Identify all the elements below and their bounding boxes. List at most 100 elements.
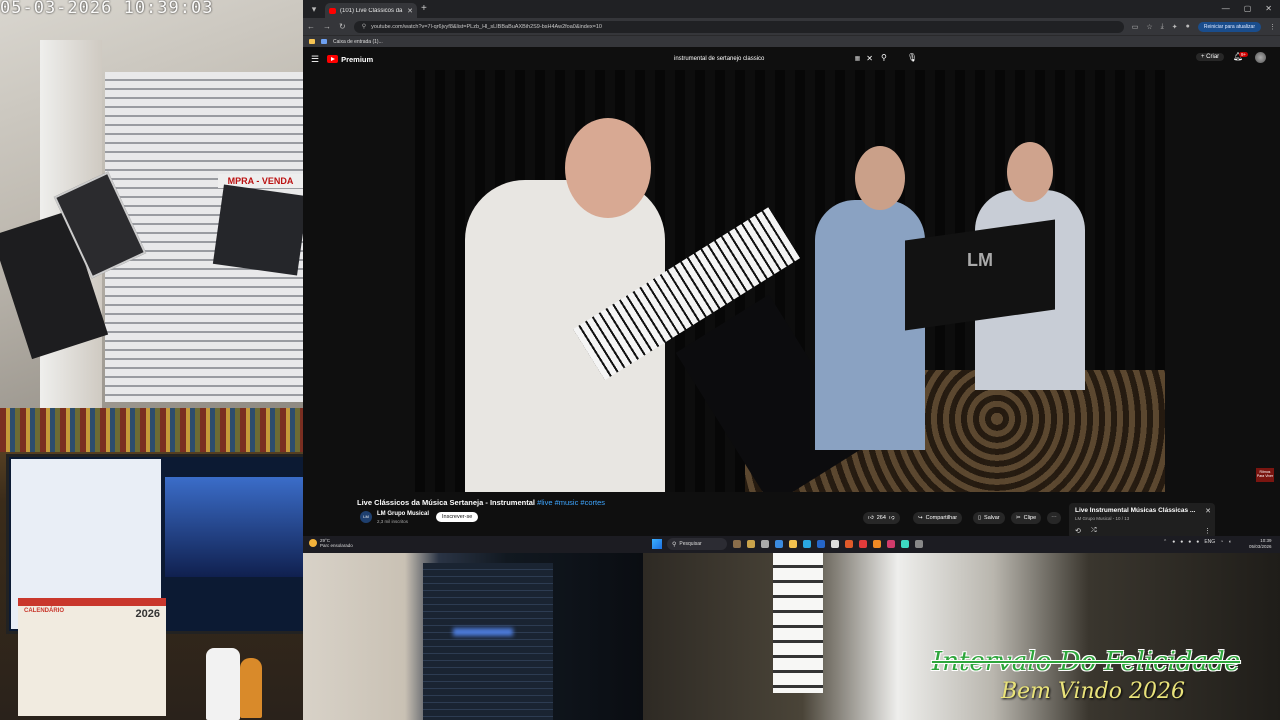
- camera-feed-desk: CALENDÁRIO 2026: [0, 408, 303, 720]
- hamburger-menu-icon[interactable]: ☰: [311, 54, 319, 65]
- app-icon[interactable]: [887, 540, 895, 548]
- like-count: 264: [876, 515, 886, 521]
- app-icon[interactable]: [873, 540, 881, 548]
- keyboard-icon[interactable]: ▦: [855, 55, 861, 62]
- weather-widget[interactable]: 29°C Parc ensolarado: [309, 538, 353, 548]
- tray-app-icon[interactable]: ●: [1188, 539, 1191, 545]
- restart-to-update-button[interactable]: Reiniciar para atualizar: [1197, 21, 1261, 32]
- playlist-close-icon[interactable]: ✕: [1205, 507, 1211, 515]
- tray-app-icon[interactable]: ●: [1172, 539, 1175, 545]
- reload-icon[interactable]: ↻: [339, 22, 346, 31]
- download-icon[interactable]: ⤓: [1161, 23, 1164, 31]
- maximize-icon[interactable]: ▢: [1244, 0, 1252, 18]
- clear-search-icon[interactable]: ✕: [866, 54, 873, 63]
- widget-app-icon[interactable]: [733, 540, 741, 548]
- save-button[interactable]: ▯ Salvar: [973, 512, 1005, 524]
- clip-button[interactable]: ✂ Clipe: [1011, 512, 1042, 524]
- wifi-icon[interactable]: ◔: [1220, 539, 1223, 545]
- close-icon[interactable]: ✕: [1265, 0, 1272, 18]
- file-explorer-icon[interactable]: [789, 540, 797, 548]
- tab-list-icon[interactable]: ▾: [307, 0, 321, 18]
- site-info-icon[interactable]: ⚲: [362, 23, 366, 30]
- scissors-icon: ✂: [1016, 515, 1021, 521]
- channel-name[interactable]: LM Grupo Musical: [377, 511, 429, 517]
- store-icon[interactable]: [817, 540, 825, 548]
- bottle: [206, 648, 240, 720]
- address-bar-row: ← → ↻ ⚲ youtube.com/watch?v=7l-qr6jvyf8&…: [303, 18, 1280, 35]
- youtube-premium-logo[interactable]: Premium: [327, 55, 373, 64]
- taskbar-search[interactable]: ⚲ Pesquisar: [667, 538, 727, 550]
- url-text[interactable]: youtube.com/watch?v=7l-qr6jvyf8&list=PLz…: [371, 24, 602, 30]
- desk-calendar: CALENDÁRIO 2026: [18, 598, 166, 716]
- volume-icon[interactable]: ◖: [1228, 539, 1231, 545]
- edge-icon[interactable]: [803, 540, 811, 548]
- save-icon: ▯: [978, 515, 982, 521]
- channel-avatar[interactable]: LM: [360, 511, 372, 523]
- share-button[interactable]: ↪ Compartilhar: [913, 512, 963, 524]
- tray-app-icon[interactable]: ●: [1196, 539, 1199, 545]
- menu-dots-icon[interactable]: ⋮: [1269, 23, 1276, 31]
- bookshelf: [0, 408, 303, 452]
- tray-app-icon[interactable]: ●: [1180, 539, 1183, 545]
- taskbar-clock[interactable]: 10:39 05/03/2026: [1249, 538, 1272, 550]
- app-icon[interactable]: [901, 540, 909, 548]
- bookmark-star-icon[interactable]: ☆: [1146, 23, 1152, 31]
- system-tray: ⌃ ● ● ● ● ENG ◔ ◖: [1163, 539, 1231, 545]
- task-view-icon[interactable]: [761, 540, 769, 548]
- create-button[interactable]: + Criar: [1196, 53, 1225, 61]
- like-button[interactable]: 👍︎ 264 👎︎: [863, 512, 900, 524]
- playlist-title[interactable]: Live Instrumental Músicas Clássicas ...: [1075, 507, 1209, 514]
- pianist-head: [565, 118, 651, 218]
- tab-close-icon[interactable]: ✕: [407, 7, 413, 15]
- app-icon[interactable]: [845, 540, 853, 548]
- playlist-subtitle: LM Grupo Musical - 10 / 13: [1075, 516, 1130, 521]
- microphone-icon[interactable]: 🎙︎: [907, 53, 917, 62]
- extensions-icon[interactable]: ✦: [1172, 23, 1178, 31]
- save-label: Salvar: [984, 515, 1000, 521]
- omnibox[interactable]: ⚲ youtube.com/watch?v=7l-qr6jvyf8&list=P…: [353, 20, 1124, 33]
- cast-icon[interactable]: ▭: [1132, 23, 1139, 31]
- screen: MPRA - VENDA 05-03-2026 10:39:03 CALENDÁ…: [0, 0, 1280, 720]
- profile-icon[interactable]: ●: [1186, 23, 1190, 30]
- search-input[interactable]: instrumental de sertanejo classico ▦ ✕: [668, 52, 873, 65]
- language-indicator[interactable]: ENG: [1204, 539, 1215, 545]
- app-icon[interactable]: [831, 540, 839, 548]
- settings-icon[interactable]: [915, 540, 923, 548]
- clip-label: Clipe: [1023, 515, 1037, 521]
- window-grate: [773, 553, 823, 693]
- back-icon[interactable]: ←: [307, 22, 315, 31]
- monitor-video-window: [165, 477, 303, 577]
- computer-case: [423, 563, 553, 720]
- chrome-icon[interactable]: [775, 540, 783, 548]
- video-hashtags[interactable]: #live #music #cortes: [537, 498, 605, 507]
- shuffle-icon[interactable]: ⤮: [1091, 527, 1097, 535]
- more-actions-icon[interactable]: ⋯: [1047, 512, 1061, 524]
- hanging-laptop: [212, 184, 303, 276]
- widget-app-icon[interactable]: [747, 540, 755, 548]
- new-tab-icon[interactable]: +: [421, 0, 427, 18]
- search-icon[interactable]: ⚲: [881, 53, 887, 62]
- playlist-panel[interactable]: Live Instrumental Músicas Clássicas ... …: [1069, 503, 1215, 539]
- tab-title: (101) Live Clássicos da Mús...: [340, 7, 403, 14]
- video-player[interactable]: LM: [415, 70, 1165, 492]
- tab-youtube[interactable]: (101) Live Clássicos da Mús... ✕: [325, 3, 417, 18]
- caption-subtitle: Bem Vindo 2026: [1000, 679, 1186, 704]
- app-icon[interactable]: [859, 540, 867, 548]
- forward-icon[interactable]: →: [323, 22, 331, 31]
- subscribe-button[interactable]: Inscrever-se: [436, 512, 479, 522]
- tray-chevron-icon[interactable]: ⌃: [1163, 539, 1167, 545]
- bookmark-inbox[interactable]: Caixa de entrada (1)...: [333, 39, 383, 45]
- start-icon[interactable]: [652, 539, 662, 549]
- channel-watermark[interactable]: Ritmos Para Viver: [1256, 468, 1274, 482]
- search-query[interactable]: instrumental de sertanejo classico: [668, 56, 849, 62]
- playlist-menu-icon[interactable]: ⋮: [1204, 527, 1211, 535]
- saxophonist-head: [855, 146, 905, 210]
- clock-date: 05/03/2026: [1249, 544, 1272, 549]
- loop-icon[interactable]: ⟲: [1075, 527, 1081, 535]
- camera-feed-entrance: Intervalo Do Felicidade Bem Vindo 2026: [643, 553, 1280, 720]
- thumbs-down-icon[interactable]: 👎︎: [889, 515, 895, 521]
- clock-time: 10:39: [1260, 538, 1272, 543]
- folder-icon[interactable]: [309, 39, 315, 44]
- minimize-icon[interactable]: —: [1222, 0, 1230, 18]
- account-avatar[interactable]: [1255, 52, 1266, 63]
